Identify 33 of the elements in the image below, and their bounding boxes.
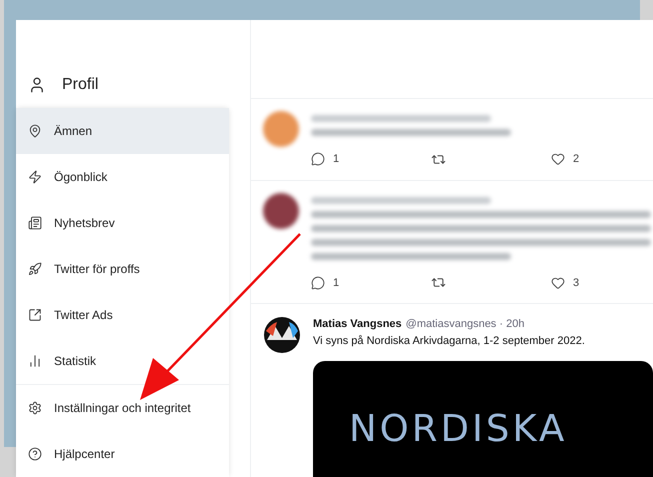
reply-count: 1 [333, 276, 340, 290]
pin-icon [28, 124, 42, 138]
newspaper-icon [28, 216, 42, 230]
like-icon[interactable] [551, 152, 565, 166]
tweet-media[interactable]: NORDISKA [313, 361, 653, 477]
help-icon [28, 447, 42, 461]
reply-icon[interactable] [311, 276, 325, 290]
reply-count: 1 [333, 152, 340, 167]
external-link-icon [28, 308, 42, 322]
tweet-meta: @matiasvangsnes · 20h [406, 317, 524, 332]
rocket-icon [28, 262, 42, 276]
profile-icon[interactable] [28, 76, 46, 94]
avatar [263, 316, 301, 354]
settings-icon [28, 401, 42, 415]
like-icon[interactable] [551, 276, 565, 290]
author-name[interactable]: Matias Vangsnes [313, 316, 402, 332]
profile-link[interactable]: Profil [62, 73, 98, 97]
menu-item[interactable]: Hjälpcenter [16, 431, 229, 477]
like-count: 2 [573, 152, 580, 167]
bar-chart-icon [28, 354, 42, 368]
menu-item[interactable]: Statistik [16, 338, 229, 384]
tweet-text: Vi syns på Nordiska Arkivdagarna, 1-2 september 2022. [313, 334, 586, 348]
menu-item[interactable]: Twitter Ads [16, 292, 229, 338]
like-count: 3 [573, 276, 580, 290]
menu-item[interactable]: Ämnen [16, 108, 229, 154]
bolt-icon [28, 170, 42, 184]
menu-item[interactable]: Ögonblick [16, 154, 229, 200]
menu-item[interactable]: Nyhetsbrev [16, 200, 229, 246]
reply-icon[interactable] [311, 152, 325, 166]
menu-item[interactable]: Twitter för proffs [16, 246, 229, 292]
avatar [263, 111, 299, 147]
menu-item[interactable]: Inställningar och integritet [16, 385, 229, 431]
avatar [263, 192, 299, 228]
